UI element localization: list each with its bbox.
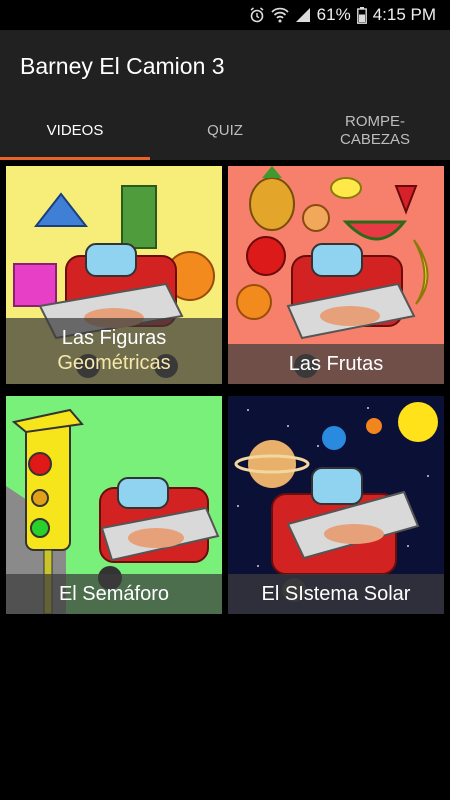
- video-card-figuras[interactable]: Las Figuras Geométricas: [6, 166, 222, 384]
- card-caption: El SIstema Solar: [228, 574, 444, 614]
- tab-videos[interactable]: VIDEOS: [0, 102, 150, 160]
- card-caption: El Semáforo: [6, 574, 222, 614]
- battery-percent: 61%: [316, 5, 351, 24]
- video-card-sistema-solar[interactable]: El SIstema Solar: [228, 396, 444, 614]
- tab-rompecabezas[interactable]: ROMPE- CABEZAS: [300, 102, 450, 160]
- wifi-icon: [271, 7, 289, 23]
- video-card-frutas[interactable]: Las Frutas: [228, 166, 444, 384]
- battery-icon: [356, 6, 367, 24]
- video-card-semaforo[interactable]: El Semáforo: [6, 396, 222, 614]
- signal-icon: [295, 8, 310, 22]
- clock: 4:15 PM: [372, 5, 436, 24]
- alarm-icon: [250, 7, 264, 23]
- card-caption: Las Frutas: [228, 344, 444, 384]
- video-grid: Las Figuras Geométricas Las Frutas El Se…: [0, 160, 450, 800]
- app-title: Barney El Camion 3: [20, 52, 225, 79]
- tab-quiz[interactable]: QUIZ: [150, 102, 300, 160]
- app-bar: Barney El Camion 3: [0, 30, 450, 102]
- tab-bar: VIDEOS QUIZ ROMPE- CABEZAS: [0, 102, 450, 160]
- status-bar: 61% 4:15 PM: [0, 0, 450, 30]
- card-caption: Las Figuras Geométricas: [6, 318, 222, 384]
